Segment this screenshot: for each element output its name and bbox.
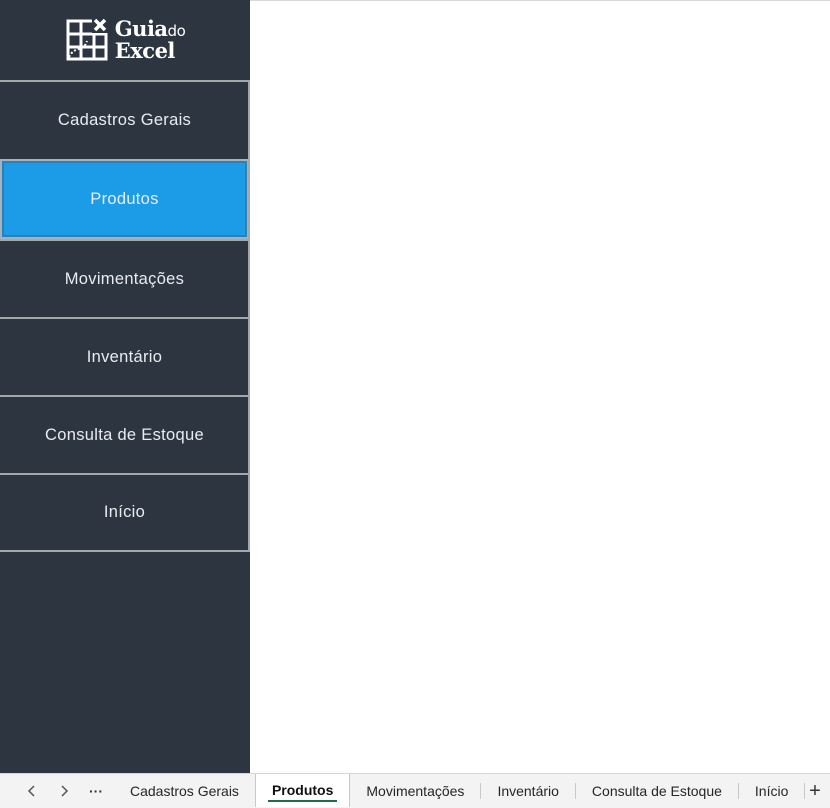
add-sheet-button[interactable]: + [800,774,830,808]
menu-button-produtos[interactable]: Produtos [0,159,249,239]
sheet-tab-bar: ··· Cadastros Gerais Produtos Movimentaç… [0,773,830,808]
menu-button-consulta-de-estoque[interactable]: Consulta de Estoque [0,395,249,473]
menu-label: Início [103,503,146,521]
logo-line2: Excel [114,38,176,63]
tab-label: Cadastros Gerais [130,783,239,799]
chevron-left-icon [27,785,35,797]
sheet-tab-cadastros-gerais[interactable]: Cadastros Gerais [114,776,255,806]
menu-divider [0,550,249,552]
menu-button-inventario[interactable]: Inventário [0,317,249,395]
plus-icon: + [809,779,821,802]
sheet-tab-movimentacoes[interactable]: Movimentações [350,776,480,806]
tab-label: Inventário [497,783,559,799]
sheet-tab-consulta-de-estoque[interactable]: Consulta de Estoque [576,776,738,806]
sheet-tab-inventario[interactable]: Inventário [481,776,574,806]
scroll-left-button[interactable] [16,776,48,806]
tab-label: Início [754,783,789,799]
more-sheets-button[interactable]: ··· [80,776,112,806]
more-icon: ··· [89,783,103,799]
chevron-right-icon [61,785,69,797]
active-tab-underline [267,799,338,802]
menu-label: Consulta de Estoque [45,425,204,444]
menu-button-movimentacoes[interactable]: Movimentações [0,239,249,317]
menu-label: Produtos [90,189,159,208]
menu-label: Cadastros Gerais [57,111,192,129]
scroll-right-button[interactable] [48,776,80,806]
tab-label: Consulta de Estoque [591,783,722,799]
sidebar-menu: Guiado Excel Cadastros Gerais Produtos M… [0,0,250,773]
tab-label: Movimentações [366,783,465,799]
menu-button-inicio[interactable]: Início [0,473,249,550]
sheet-tab-inicio[interactable]: Início [739,776,804,806]
menu-label: Movimentações [64,269,185,288]
spreadsheet-logo-icon [66,17,108,61]
grid-top-border [250,0,830,1]
tab-label: Produtos [271,782,334,798]
menu-label: Inventário [86,347,163,366]
menu-edge [248,80,250,552]
guia-do-excel-logo: Guiado Excel [0,0,250,80]
sheet-tab-produtos[interactable]: Produtos [254,773,351,807]
menu-button-cadastros-gerais[interactable]: Cadastros Gerais [0,80,249,159]
